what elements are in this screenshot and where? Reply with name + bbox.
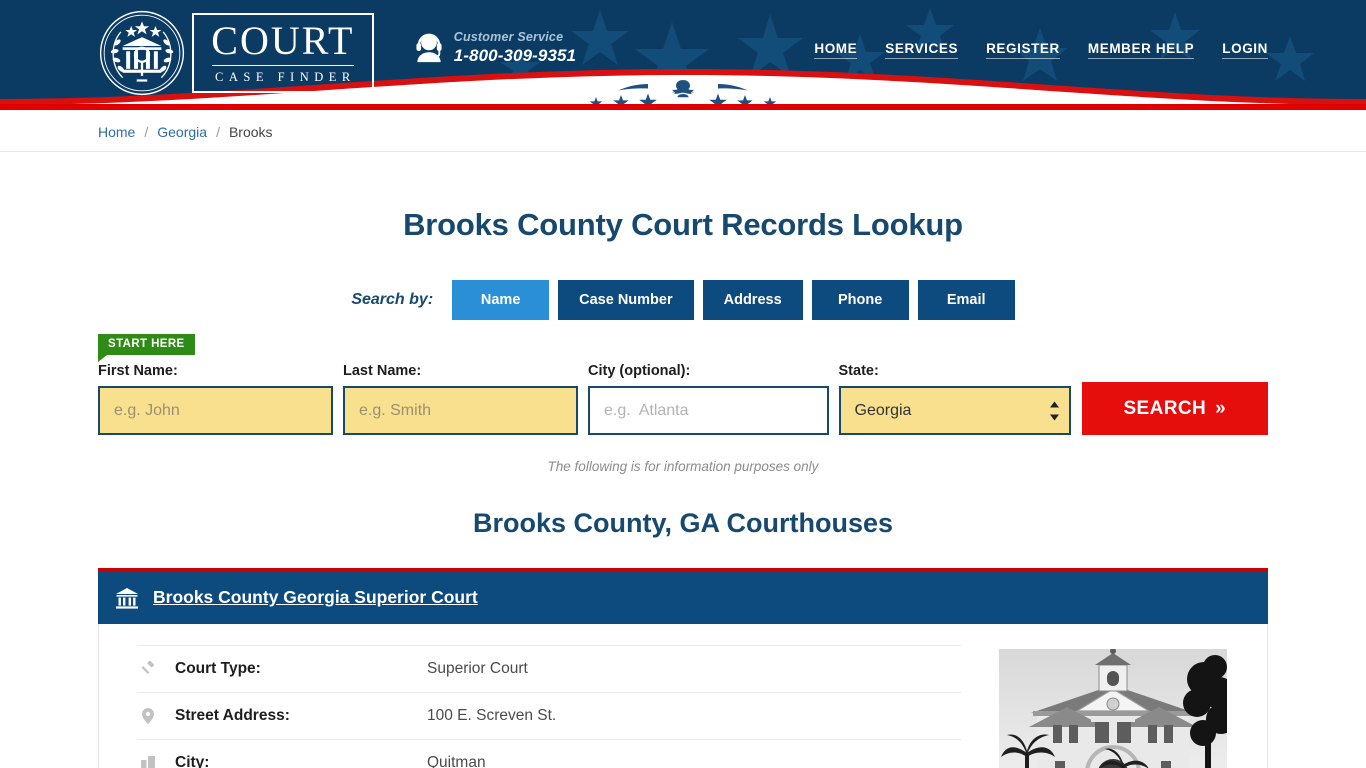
logo-title: COURT: [211, 18, 355, 64]
main-content: Brooks County Court Records Lookup Searc…: [0, 207, 1366, 768]
tab-name[interactable]: Name: [452, 280, 550, 320]
customer-service-block[interactable]: Customer Service 1-800-309-9351: [414, 30, 576, 66]
info-note: The following is for information purpose…: [547, 459, 819, 474]
start-here-badge: START HERE: [98, 334, 195, 362]
nav-item-register[interactable]: REGISTER: [986, 41, 1060, 59]
city-label: City (optional):: [588, 363, 691, 379]
row-value: Quitman: [427, 754, 486, 768]
form-fields-row: First Name: Last Name: City (optional): …: [98, 334, 1268, 435]
courthouse-name-link[interactable]: Brooks County Georgia Superior Court: [153, 587, 478, 608]
city-icon: [137, 756, 159, 768]
table-row: Street Address: 100 E. Screven St.: [137, 692, 961, 739]
courthouse-photo: [999, 649, 1227, 768]
search-form: START HERE First Name: Last Name: City (…: [98, 334, 1268, 435]
breadcrumb-item-brooks: Brooks: [228, 123, 273, 140]
gavel-icon: [137, 661, 159, 677]
courthouse-card: Brooks County Georgia Superior Court Cou…: [98, 568, 1268, 768]
row-label: City:: [175, 754, 210, 768]
headset-support-icon: [416, 33, 442, 63]
search-button[interactable]: SEARCH »: [1081, 382, 1268, 435]
row-value: 100 E. Screven St.: [427, 707, 557, 724]
courthouse-card-header: Brooks County Georgia Superior Court: [98, 571, 1268, 624]
nav-item-home[interactable]: HOME: [814, 41, 858, 59]
courthouse-card-body: Court Type: Superior Court Street Addres…: [98, 624, 1268, 768]
breadcrumb: Home / Georgia / Brooks: [98, 124, 273, 140]
tab-phone[interactable]: Phone: [811, 280, 909, 320]
main-navigation: HOME SERVICES REGISTER MEMBER HELP LOGIN: [814, 41, 1268, 59]
breadcrumb-separator: /: [144, 123, 149, 140]
city-input[interactable]: [588, 386, 829, 435]
row-value: Superior Court: [427, 660, 528, 677]
page-title: Brooks County Court Records Lookup: [403, 207, 963, 242]
search-by-label: Search by:: [351, 291, 434, 308]
first-name-field-group: First Name:: [98, 363, 333, 435]
search-button-label: SEARCH: [1123, 397, 1207, 419]
state-select[interactable]: Georgia: [838, 386, 1071, 435]
last-name-input[interactable]: [343, 386, 578, 435]
breadcrumb-item-home[interactable]: Home: [98, 124, 135, 140]
tab-address[interactable]: Address: [702, 280, 803, 320]
section-title: Brooks County, GA Courthouses: [472, 508, 894, 538]
customer-service-label: Customer Service: [453, 30, 564, 44]
state-label: State:: [838, 363, 879, 379]
last-name-label: Last Name:: [343, 363, 422, 379]
breadcrumb-item-georgia[interactable]: Georgia: [157, 124, 207, 140]
breadcrumb-bar: Home / Georgia / Brooks: [0, 112, 1366, 152]
tab-case-number[interactable]: Case Number: [558, 280, 694, 320]
courthouse-photo-column: [961, 645, 1267, 768]
row-label: Court Type:: [175, 660, 261, 677]
nav-item-login[interactable]: LOGIN: [1222, 41, 1268, 59]
breadcrumb-separator: /: [216, 123, 220, 140]
city-field-group: City (optional):: [588, 363, 829, 435]
last-name-field-group: Last Name:: [343, 363, 578, 435]
table-row: Court Type: Superior Court: [137, 645, 961, 692]
tab-email[interactable]: Email: [917, 280, 1015, 320]
state-field-group: State: Georgia: [838, 363, 1071, 435]
map-pin-icon: [137, 708, 159, 724]
double-chevron-right-icon: »: [1215, 397, 1227, 419]
nav-item-services[interactable]: SERVICES: [885, 41, 959, 59]
customer-service-phone[interactable]: 1-800-309-9351: [454, 46, 576, 66]
table-row: City: Quitman: [137, 739, 961, 768]
courthouse-details-table: Court Type: Superior Court Street Addres…: [99, 645, 961, 768]
site-header: COURT CASE FINDER Customer Service 1-800…: [0, 0, 1366, 112]
row-label: Street Address:: [175, 707, 290, 724]
nav-item-member-help[interactable]: MEMBER HELP: [1087, 41, 1195, 59]
first-name-input[interactable]: [98, 386, 333, 435]
header-red-bar: [0, 104, 1366, 110]
bank-building-icon: [116, 587, 138, 609]
search-by-tabs: Search by: Name Case Number Address Phon…: [0, 280, 1366, 320]
first-name-label: First Name:: [98, 363, 178, 379]
